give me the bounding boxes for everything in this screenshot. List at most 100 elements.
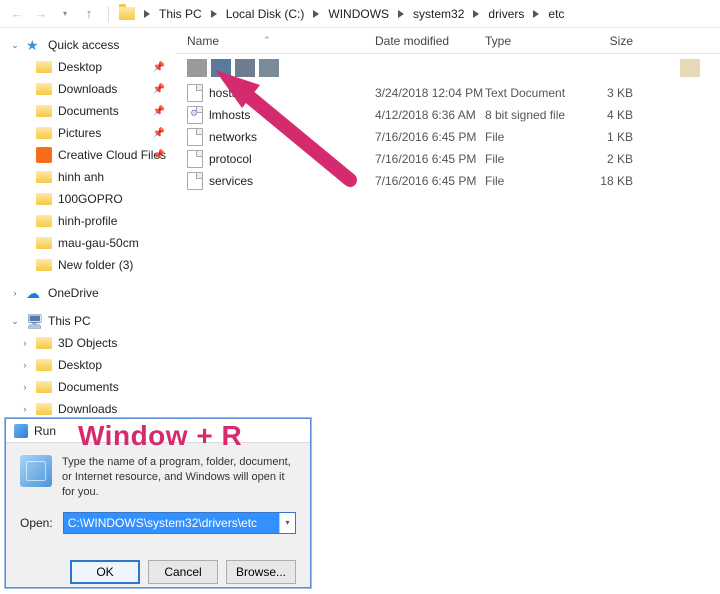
crumb[interactable]: WINDOWS bbox=[324, 5, 393, 23]
run-input[interactable] bbox=[64, 513, 279, 533]
file-type: File bbox=[485, 130, 585, 144]
folder-icon bbox=[36, 259, 52, 271]
file-row[interactable]: networks7/16/2016 6:45 PMFile1 KB bbox=[175, 126, 720, 148]
run-input-wrap[interactable]: ▾ bbox=[63, 512, 296, 534]
thumb bbox=[680, 59, 700, 77]
crumb[interactable]: Local Disk (C:) bbox=[222, 5, 309, 23]
file-date: 7/16/2016 6:45 PM bbox=[375, 174, 485, 188]
col-type[interactable]: Type bbox=[485, 34, 585, 48]
forward-button[interactable]: → bbox=[32, 5, 50, 23]
file-type: 8 bit signed file bbox=[485, 108, 585, 122]
chevron-right-icon[interactable] bbox=[310, 8, 322, 20]
sidebar-item[interactable]: ›3D Objects bbox=[0, 332, 175, 354]
file-date: 3/24/2018 12:04 PM bbox=[375, 86, 485, 100]
chevron-right-icon[interactable]: › bbox=[20, 404, 30, 414]
col-size[interactable]: Size bbox=[585, 34, 645, 48]
file-name: protocol bbox=[209, 152, 252, 166]
folder-icon bbox=[36, 381, 52, 393]
file-row[interactable]: protocol7/16/2016 6:45 PMFile2 KB bbox=[175, 148, 720, 170]
chevron-right-icon[interactable] bbox=[141, 8, 153, 20]
recent-drop-icon[interactable]: ▾ bbox=[56, 5, 74, 23]
crumb[interactable]: system32 bbox=[409, 5, 468, 23]
chevron-down-icon[interactable]: ⌄ bbox=[10, 40, 20, 51]
ok-button[interactable]: OK bbox=[70, 560, 140, 584]
label: 100GOPRO bbox=[58, 192, 123, 206]
file-row[interactable]: hosts3/24/2018 12:04 PMText Document3 KB bbox=[175, 82, 720, 104]
label: This PC bbox=[48, 314, 91, 328]
label: Pictures bbox=[58, 126, 101, 140]
pin-icon: 📌 bbox=[153, 106, 165, 117]
col-date[interactable]: Date modified bbox=[375, 34, 485, 48]
monitor-icon: 🖥 bbox=[26, 313, 42, 329]
chevron-right-icon[interactable] bbox=[208, 8, 220, 20]
sidebar-item[interactable]: Pictures 📌 bbox=[0, 122, 175, 144]
file-row[interactable]: lmhosts4/12/2018 6:36 AM8 bit signed fil… bbox=[175, 104, 720, 126]
sidebar-this-pc[interactable]: ⌄ 🖥 This PC bbox=[0, 310, 175, 332]
chevron-right-icon[interactable] bbox=[530, 8, 542, 20]
star-icon: ★ bbox=[26, 37, 42, 53]
file-icon bbox=[187, 150, 203, 168]
file-list: Name⌃ Date modified Type Size hosts3/24/… bbox=[175, 28, 720, 418]
file-name: services bbox=[209, 174, 253, 188]
dropdown-icon[interactable]: ▾ bbox=[279, 513, 295, 533]
label: hinh anh bbox=[58, 170, 104, 184]
label: New folder (3) bbox=[58, 258, 133, 272]
file-date: 7/16/2016 6:45 PM bbox=[375, 130, 485, 144]
column-headers[interactable]: Name⌃ Date modified Type Size bbox=[175, 28, 720, 54]
label: Documents bbox=[58, 104, 119, 118]
sidebar-item[interactable]: Desktop 📌 bbox=[0, 56, 175, 78]
run-open-label: Open: bbox=[20, 516, 53, 530]
sidebar-item[interactable]: New folder (3) bbox=[0, 254, 175, 276]
file-type: File bbox=[485, 152, 585, 166]
file-name: lmhosts bbox=[209, 108, 250, 122]
crumb[interactable]: This PC bbox=[155, 5, 206, 23]
sidebar-item[interactable]: mau-gau-50cm bbox=[0, 232, 175, 254]
sidebar-item[interactable]: Downloads📌 bbox=[0, 78, 175, 100]
file-type: File bbox=[485, 174, 585, 188]
chevron-right-icon[interactable] bbox=[395, 8, 407, 20]
folder-icon bbox=[36, 83, 52, 95]
run-app-icon bbox=[20, 455, 52, 487]
label: Creative Cloud Files bbox=[58, 148, 166, 162]
cloud-icon: ☁ bbox=[26, 285, 42, 301]
file-row[interactable]: services 7/16/2016 6:45 PMFile18 KB bbox=[175, 170, 720, 192]
browse-button[interactable]: Browse... bbox=[226, 560, 296, 584]
thumbnail-row bbox=[175, 54, 720, 82]
sidebar-item[interactable]: › Downloads bbox=[0, 398, 175, 418]
pin-icon: 📌 bbox=[153, 62, 165, 73]
navigation-pane: ⌄ ★ Quick access Desktop📌Downloads📌Docum… bbox=[0, 28, 175, 418]
chevron-right-icon[interactable] bbox=[470, 8, 482, 20]
label: Downloads bbox=[58, 402, 117, 416]
address-bar: ← → ▾ ↑ This PC Local Disk (C:) WINDOWS … bbox=[0, 0, 720, 28]
crumb[interactable]: etc bbox=[544, 5, 568, 23]
file-size: 18 KB bbox=[585, 174, 645, 188]
run-icon bbox=[14, 424, 28, 438]
sidebar-item[interactable]: ›Desktop bbox=[0, 354, 175, 376]
chevron-right-icon[interactable]: › bbox=[20, 360, 30, 370]
file-date: 7/16/2016 6:45 PM bbox=[375, 152, 485, 166]
breadcrumb[interactable]: This PC Local Disk (C:) WINDOWS system32… bbox=[141, 5, 712, 23]
sidebar-item[interactable]: ›Documents bbox=[0, 376, 175, 398]
folder-icon bbox=[36, 237, 52, 249]
sidebar-item[interactable]: hinh anh bbox=[0, 166, 175, 188]
folder-icon bbox=[119, 7, 135, 20]
sidebar-item[interactable]: hinh-profile bbox=[0, 210, 175, 232]
up-button[interactable]: ↑ bbox=[80, 5, 98, 23]
sidebar-onedrive[interactable]: › ☁ OneDrive bbox=[0, 282, 175, 304]
folder-icon bbox=[36, 403, 52, 415]
label: Desktop bbox=[58, 60, 102, 74]
sidebar-item[interactable]: Creative Cloud Files📌 bbox=[0, 144, 175, 166]
folder-icon bbox=[36, 127, 52, 139]
back-button[interactable]: ← bbox=[8, 5, 26, 23]
chevron-down-icon[interactable]: ⌄ bbox=[10, 316, 20, 327]
pin-icon: 📌 bbox=[153, 128, 165, 139]
sidebar-item[interactable]: Documents 📌 bbox=[0, 100, 175, 122]
col-name[interactable]: Name bbox=[187, 34, 219, 48]
sidebar-item[interactable]: 100GOPRO bbox=[0, 188, 175, 210]
chevron-right-icon[interactable]: › bbox=[20, 382, 30, 392]
chevron-right-icon[interactable]: › bbox=[20, 338, 30, 348]
crumb[interactable]: drivers bbox=[484, 5, 528, 23]
sidebar-quick-access[interactable]: ⌄ ★ Quick access bbox=[0, 34, 175, 56]
cancel-button[interactable]: Cancel bbox=[148, 560, 218, 584]
chevron-right-icon[interactable]: › bbox=[10, 288, 20, 298]
